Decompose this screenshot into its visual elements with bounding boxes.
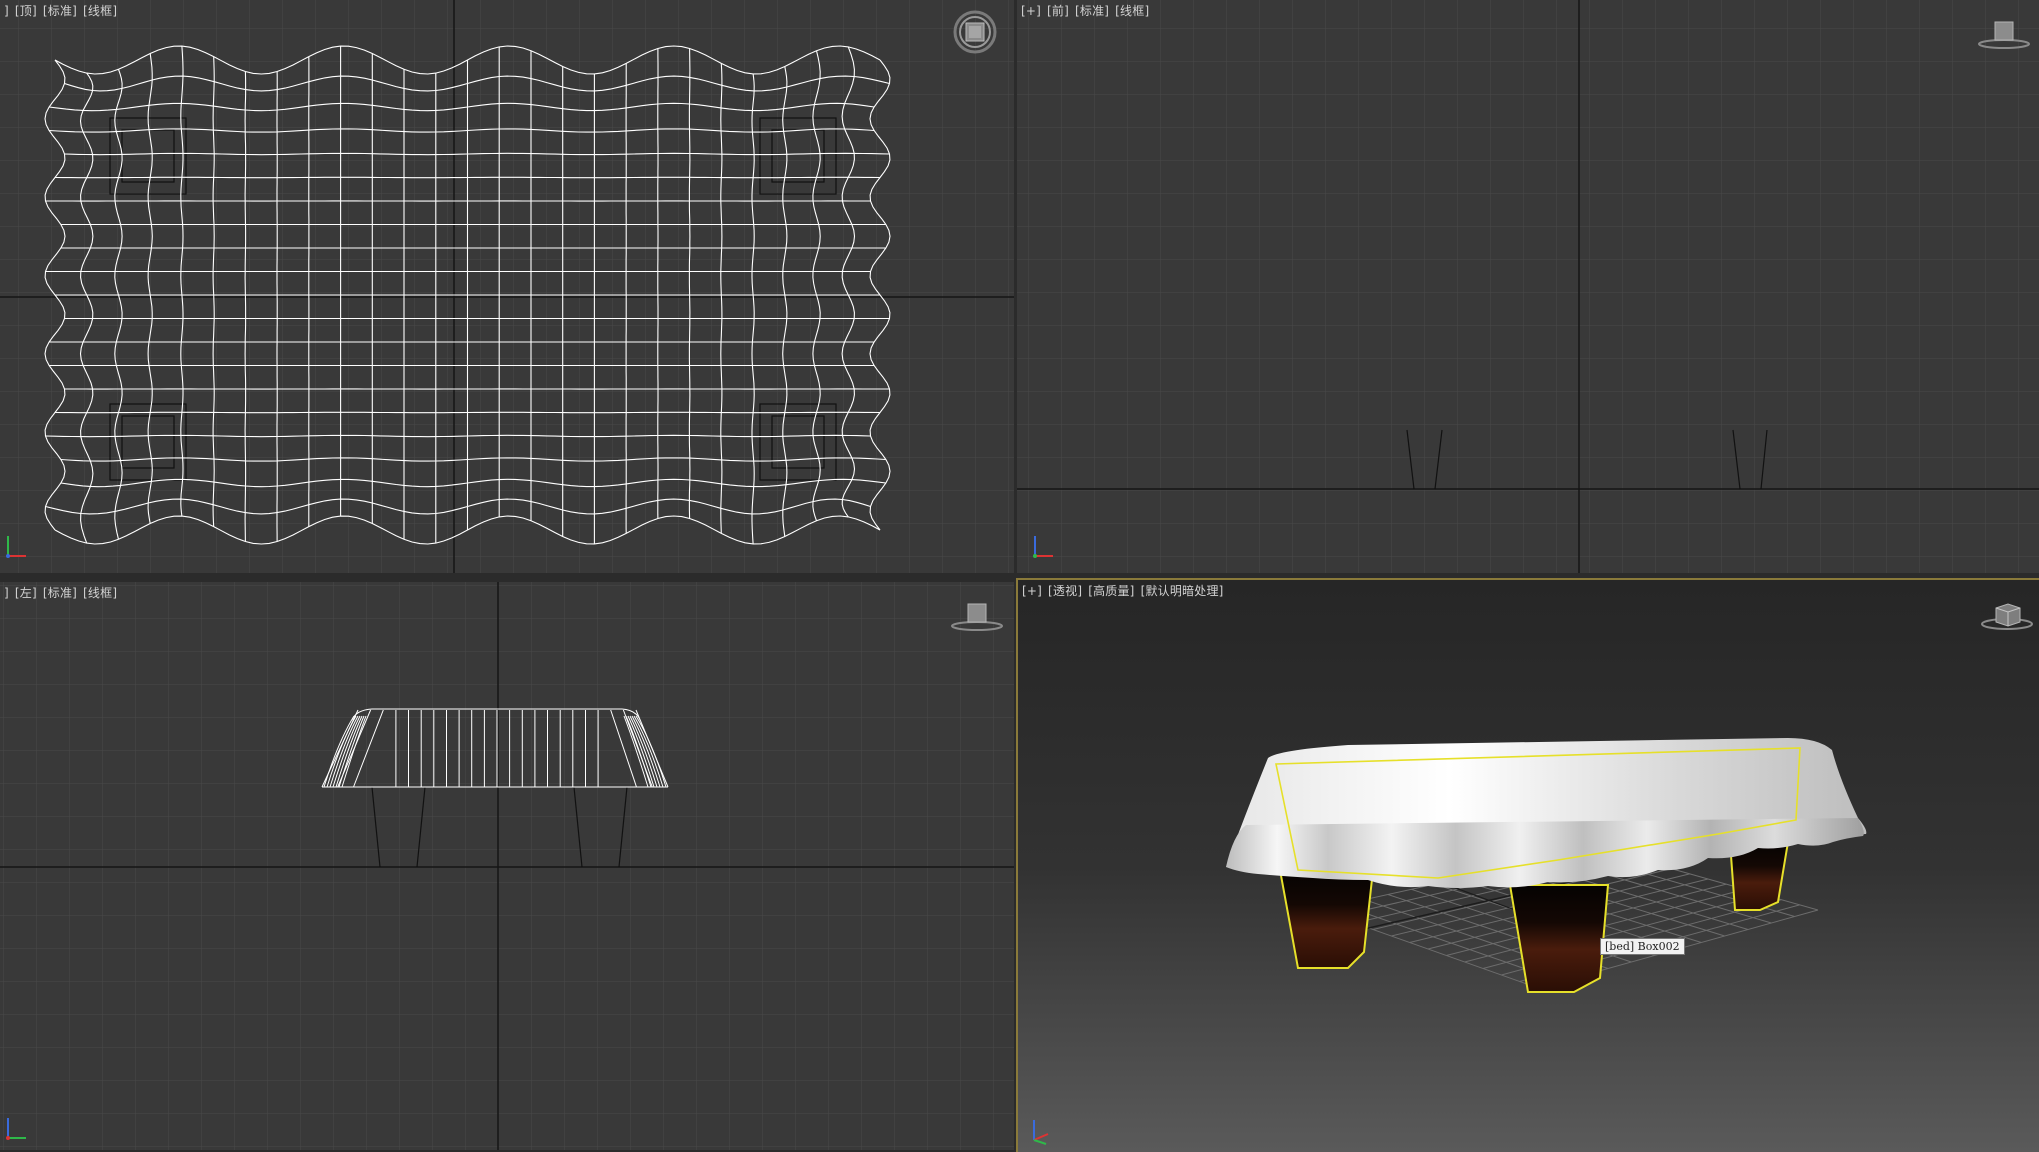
viewport-point-of-view[interactable]: [顶] — [15, 4, 37, 18]
viewport-quality[interactable]: [标准] — [43, 4, 77, 18]
front-viewport-label: [+] [前] [标准] [线框] — [1021, 2, 1155, 19]
viewcube-icon[interactable] — [1977, 18, 2031, 54]
viewport-front[interactable]: [+] [前] [标准] [线框] — [1017, 0, 2039, 573]
viewport-shading[interactable]: [线框] — [83, 4, 117, 18]
xyz-axis-icon — [1028, 1112, 1058, 1150]
viewport-perspective[interactable]: [+] [透视] [高质量] [默认明暗处理] [bed] Box002 — [1016, 578, 2039, 1152]
wire-col — [245, 72, 246, 542]
viewport-menu-plus[interactable]: ] — [4, 586, 9, 600]
viewport-shading[interactable]: [默认明暗处理] — [1141, 584, 1224, 598]
front-viewport-canvas[interactable] — [1017, 0, 2039, 573]
viewport-quality[interactable]: [标准] — [1075, 4, 1109, 18]
top-viewport-canvas[interactable] — [0, 0, 1014, 573]
viewport-left[interactable]: ] [左] [标准] [线框] — [0, 582, 1014, 1150]
viewport-point-of-view[interactable]: [透视] — [1048, 584, 1082, 598]
left-viewport-label: ] [左] [标准] [线框] — [4, 584, 123, 601]
viewport-shading[interactable]: [线框] — [1115, 4, 1149, 18]
viewcube-icon[interactable] — [1980, 600, 2034, 636]
viewport-point-of-view[interactable]: [左] — [15, 586, 37, 600]
perspective-viewport-canvas[interactable] — [1018, 580, 2039, 1152]
viewport-shading[interactable]: [线框] — [83, 586, 117, 600]
perspective-viewport-label: [+] [透视] [高质量] [默认明暗处理] — [1022, 582, 1230, 599]
viewport-menu-plus[interactable]: ] — [4, 4, 9, 18]
wire-col — [689, 49, 690, 519]
top-viewport-label: ] [顶] [标准] [线框] — [4, 2, 123, 19]
viewport-quality[interactable]: [高质量] — [1088, 584, 1134, 598]
viewport-top[interactable]: ] [顶] [标准] [线框] — [0, 0, 1014, 573]
left-viewport-canvas[interactable] — [0, 582, 1014, 1150]
xyz-axis-icon — [2, 1110, 32, 1148]
viewport-point-of-view[interactable]: [前] — [1047, 4, 1069, 18]
object-name-tooltip: [bed] Box002 — [1600, 938, 1685, 955]
xyz-axis-icon — [1029, 528, 1059, 566]
viewport-quality[interactable]: [标准] — [43, 586, 77, 600]
viewport-menu-plus[interactable]: [+] — [1021, 4, 1041, 18]
viewcube-icon[interactable] — [950, 600, 1004, 636]
viewport-menu-plus[interactable]: [+] — [1022, 584, 1042, 598]
xyz-axis-icon — [2, 528, 32, 566]
steering-wheel-viewcube-icon[interactable] — [950, 10, 1000, 64]
